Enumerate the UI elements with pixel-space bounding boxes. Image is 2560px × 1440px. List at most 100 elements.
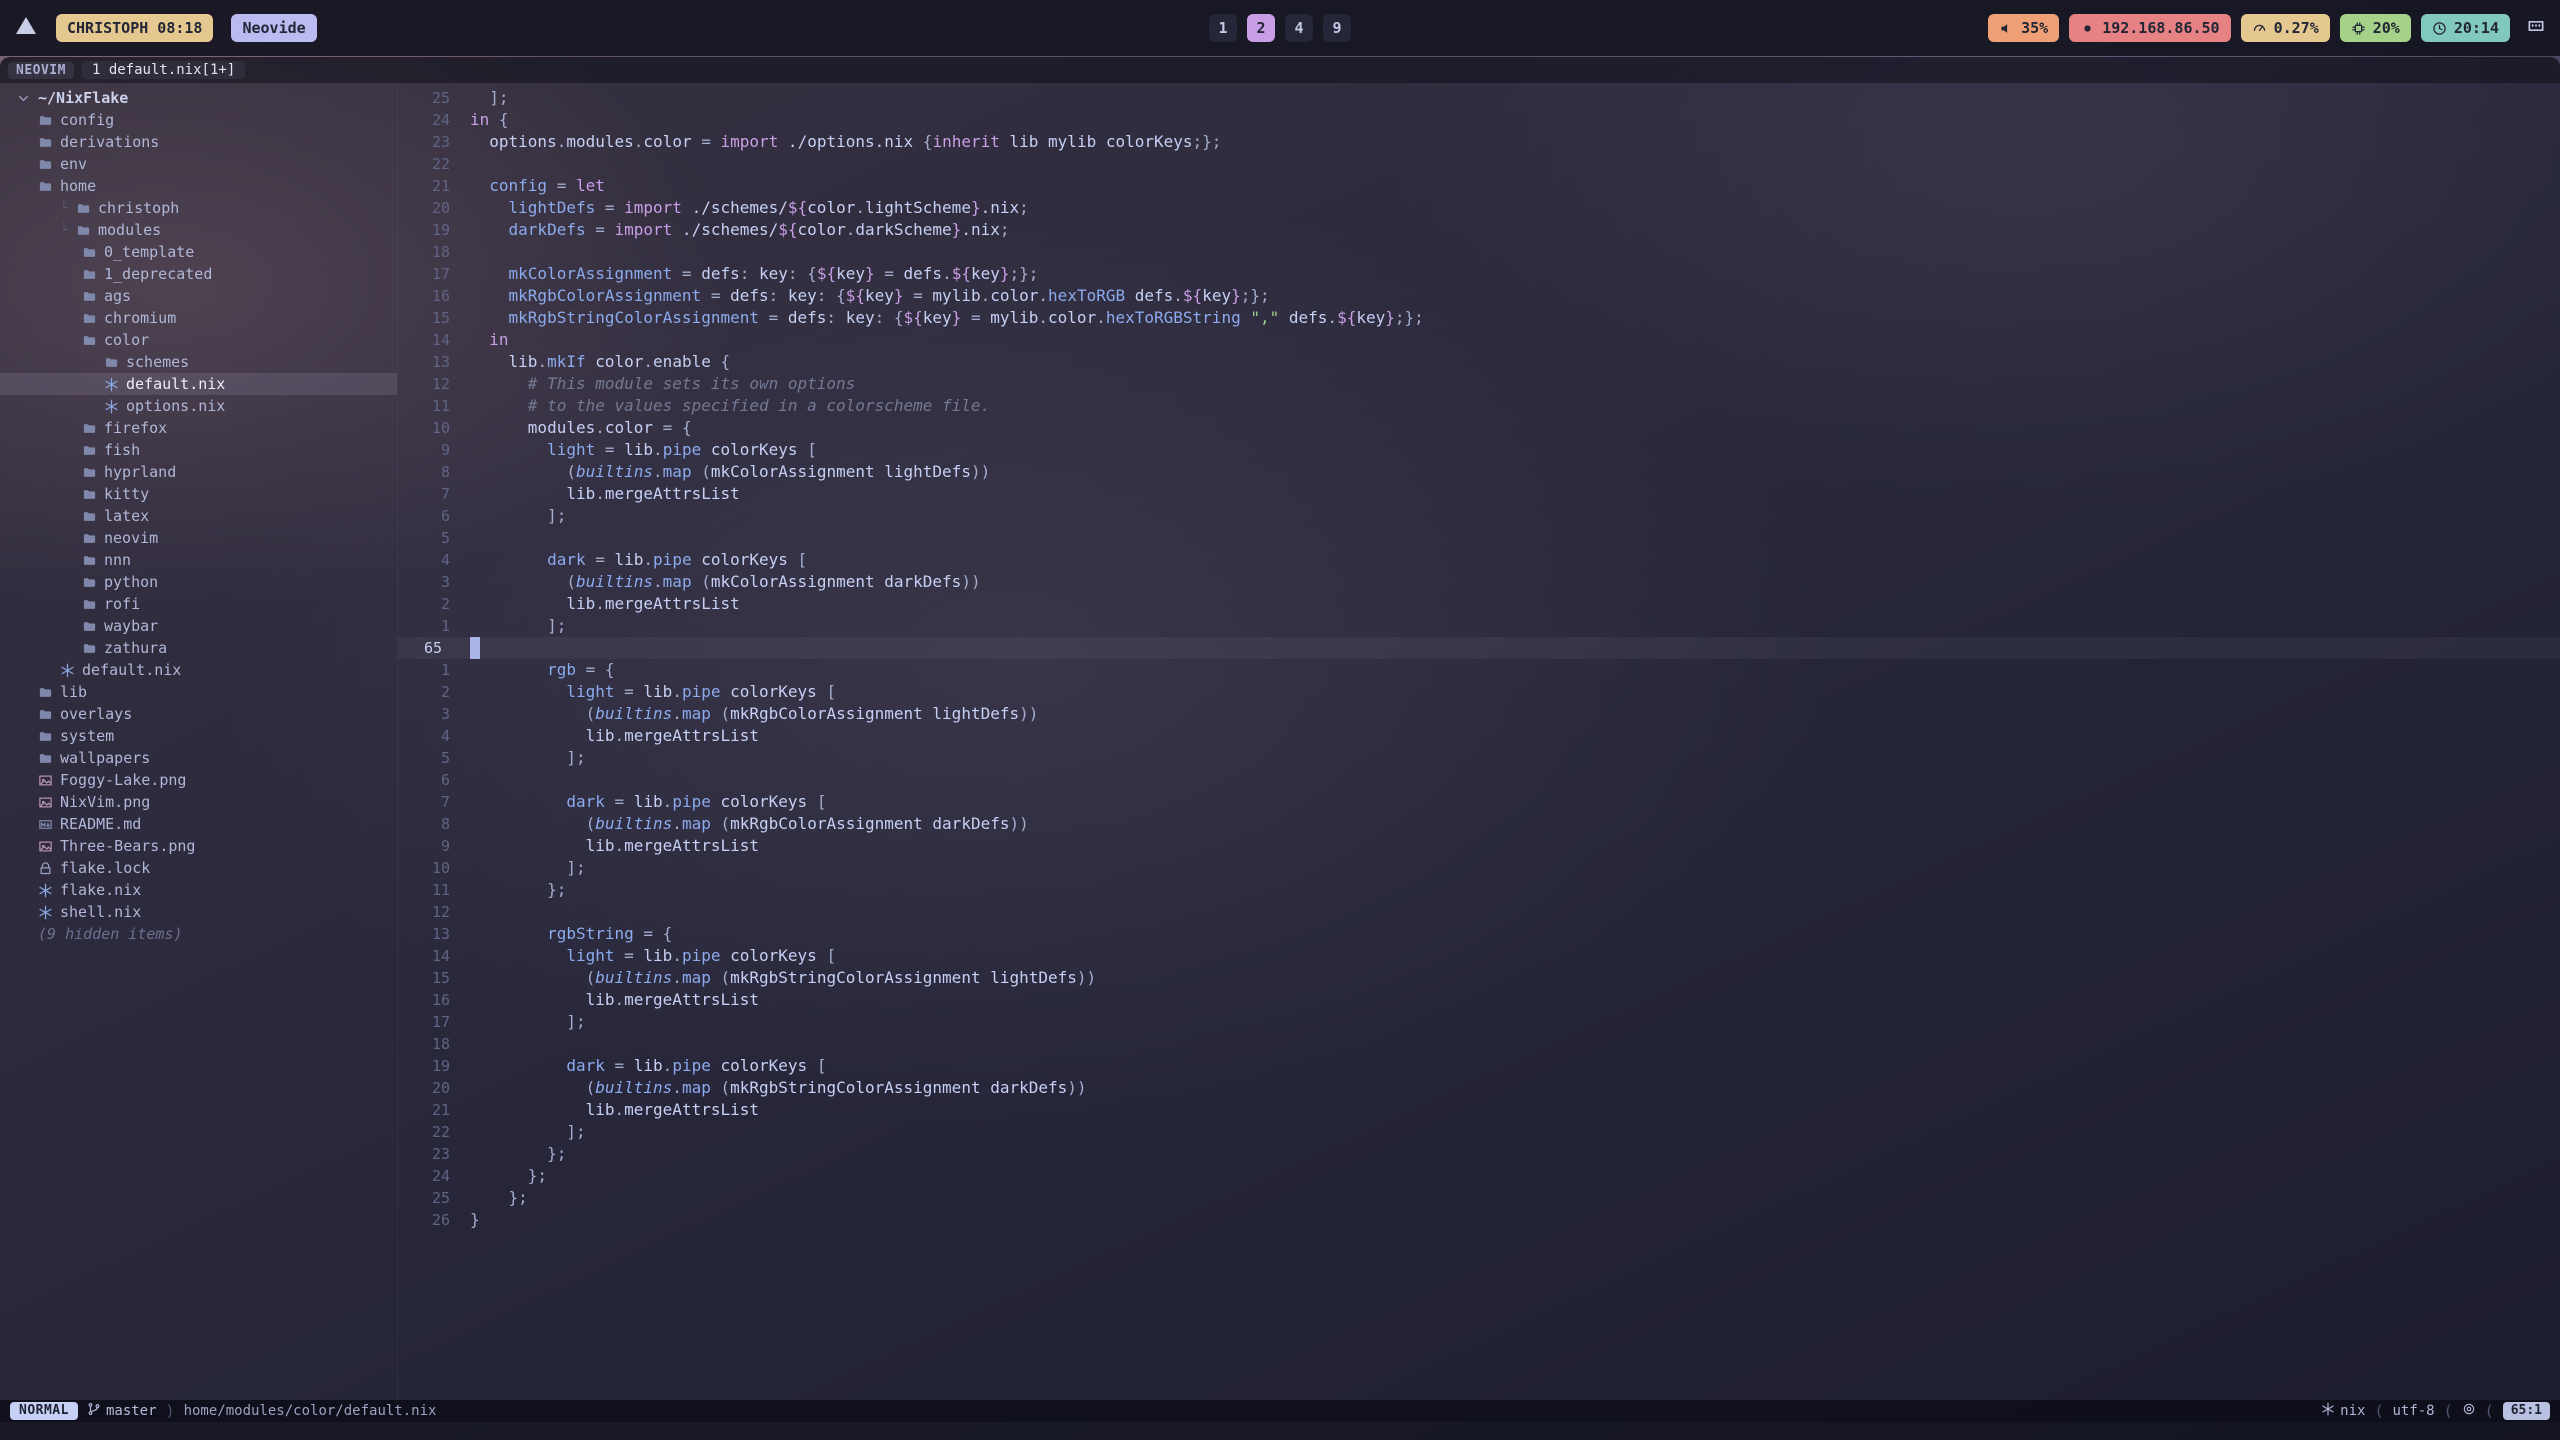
tree-item-config[interactable]: config bbox=[0, 109, 397, 131]
editor-line[interactable]: 19 darkDefs = import ./schemes/${color.d… bbox=[398, 219, 2560, 241]
editor-line[interactable]: 9 light = lib.pipe colorKeys [ bbox=[398, 439, 2560, 461]
editor-line[interactable]: 12 # This module sets its own options bbox=[398, 373, 2560, 395]
editor-line[interactable]: 20 (builtins.map (mkRgbStringColorAssign… bbox=[398, 1077, 2560, 1099]
tree-item-fish[interactable]: fish bbox=[0, 439, 397, 461]
editor-line[interactable]: 12 bbox=[398, 901, 2560, 923]
tree-item-flake.nix[interactable]: flake.nix bbox=[0, 879, 397, 901]
tree-item-derivations[interactable]: derivations bbox=[0, 131, 397, 153]
tree-item-foggy-lake.png[interactable]: Foggy-Lake.png bbox=[0, 769, 397, 791]
clock-badge[interactable]: 20:14 bbox=[2421, 14, 2510, 42]
editor-line[interactable]: 5 ]; bbox=[398, 747, 2560, 769]
tray-icon-wrap[interactable] bbox=[2526, 16, 2546, 40]
tree-item-shell.nix[interactable]: shell.nix bbox=[0, 901, 397, 923]
tree-item-readme.md[interactable]: README.md bbox=[0, 813, 397, 835]
tree-item-zathura[interactable]: zathura bbox=[0, 637, 397, 659]
tree-item-hyprland[interactable]: hyprland bbox=[0, 461, 397, 483]
editor-line[interactable]: 4 lib.mergeAttrsList bbox=[398, 725, 2560, 747]
tree-item-chromium[interactable]: chromium bbox=[0, 307, 397, 329]
editor-line[interactable]: 26} bbox=[398, 1209, 2560, 1231]
memory-badge[interactable]: 20% bbox=[2340, 14, 2411, 42]
tree-item-neovim[interactable]: neovim bbox=[0, 527, 397, 549]
tree-item-9-hidden-items[interactable]: (9 hidden items) bbox=[0, 923, 397, 945]
editor-line[interactable]: 13 lib.mkIf color.enable { bbox=[398, 351, 2560, 373]
workspace-button-9[interactable]: 9 bbox=[1323, 14, 1351, 42]
user-time-badge[interactable]: CHRISTOPH 08:18 bbox=[56, 14, 213, 42]
editor-line[interactable]: 4 dark = lib.pipe colorKeys [ bbox=[398, 549, 2560, 571]
tree-item-christoph[interactable]: └christoph bbox=[0, 197, 397, 219]
tree-item-0-template[interactable]: 0_template bbox=[0, 241, 397, 263]
editor-line[interactable]: 2 lib.mergeAttrsList bbox=[398, 593, 2560, 615]
editor-line[interactable]: 13 rgbString = { bbox=[398, 923, 2560, 945]
tree-item-nixflake[interactable]: ~/NixFlake bbox=[0, 87, 397, 109]
tree-item-wallpapers[interactable]: wallpapers bbox=[0, 747, 397, 769]
tree-item-1-deprecated[interactable]: 1_deprecated bbox=[0, 263, 397, 285]
tree-item-options.nix[interactable]: options.nix bbox=[0, 395, 397, 417]
tree-item-lib[interactable]: lib bbox=[0, 681, 397, 703]
editor-line[interactable]: 14 in bbox=[398, 329, 2560, 351]
editor-line[interactable]: 7 dark = lib.pipe colorKeys [ bbox=[398, 791, 2560, 813]
editor-line[interactable]: 24in { bbox=[398, 109, 2560, 131]
editor-line[interactable]: 9 lib.mergeAttrsList bbox=[398, 835, 2560, 857]
tree-item-ags[interactable]: ags bbox=[0, 285, 397, 307]
tree-item-home[interactable]: home bbox=[0, 175, 397, 197]
editor-line[interactable]: 2 light = lib.pipe colorKeys [ bbox=[398, 681, 2560, 703]
editor-line-current[interactable]: 65 bbox=[398, 637, 2560, 659]
tree-item-modules[interactable]: └modules bbox=[0, 219, 397, 241]
tree-item-kitty[interactable]: kitty bbox=[0, 483, 397, 505]
workspace-button-2[interactable]: 2 bbox=[1247, 14, 1275, 42]
tree-item-default.nix[interactable]: default.nix bbox=[0, 659, 397, 681]
tree-item-rofi[interactable]: rofi bbox=[0, 593, 397, 615]
editor-line[interactable]: 18 bbox=[398, 1033, 2560, 1055]
tree-item-waybar[interactable]: waybar bbox=[0, 615, 397, 637]
tree-item-python[interactable]: python bbox=[0, 571, 397, 593]
editor-line[interactable]: 20 lightDefs = import ./schemes/${color.… bbox=[398, 197, 2560, 219]
tree-item-nixvim.png[interactable]: NixVim.png bbox=[0, 791, 397, 813]
git-branch-indicator[interactable]: master bbox=[87, 1402, 157, 1420]
editor-line[interactable]: 6 ]; bbox=[398, 505, 2560, 527]
editor-line[interactable]: 10 modules.color = { bbox=[398, 417, 2560, 439]
volume-badge[interactable]: 35% bbox=[1988, 14, 2059, 42]
editor-line[interactable]: 22 ]; bbox=[398, 1121, 2560, 1143]
tree-item-latex[interactable]: latex bbox=[0, 505, 397, 527]
tree-item-env[interactable]: env bbox=[0, 153, 397, 175]
editor-buffer[interactable]: 25 ];24in {23 options.modules.color = im… bbox=[398, 83, 2560, 1400]
cpu-badge[interactable]: 0.27% bbox=[2241, 14, 2330, 42]
editor-line[interactable]: 25 ]; bbox=[398, 87, 2560, 109]
editor-line[interactable]: 6 bbox=[398, 769, 2560, 791]
editor-line[interactable]: 22 bbox=[398, 153, 2560, 175]
tree-item-schemes[interactable]: schemes bbox=[0, 351, 397, 373]
editor-line[interactable]: 15 (builtins.map (mkRgbStringColorAssign… bbox=[398, 967, 2560, 989]
editor-line[interactable]: 1 ]; bbox=[398, 615, 2560, 637]
editor-line[interactable]: 7 lib.mergeAttrsList bbox=[398, 483, 2560, 505]
editor-line[interactable]: 11 }; bbox=[398, 879, 2560, 901]
editor-line[interactable]: 24 }; bbox=[398, 1165, 2560, 1187]
editor-line[interactable]: 8 (builtins.map (mkColorAssignment light… bbox=[398, 461, 2560, 483]
editor-line[interactable]: 8 (builtins.map (mkRgbColorAssignment da… bbox=[398, 813, 2560, 835]
tree-item-color[interactable]: color bbox=[0, 329, 397, 351]
window-title-badge[interactable]: Neovide bbox=[231, 14, 316, 42]
tree-item-firefox[interactable]: firefox bbox=[0, 417, 397, 439]
tree-item-three-bears.png[interactable]: Three-Bears.png bbox=[0, 835, 397, 857]
command-line[interactable] bbox=[0, 1422, 2560, 1440]
tree-item-nnn[interactable]: nnn bbox=[0, 549, 397, 571]
editor-line[interactable]: 21 config = let bbox=[398, 175, 2560, 197]
editor-line[interactable]: 15 mkRgbStringColorAssignment = defs: ke… bbox=[398, 307, 2560, 329]
editor-line[interactable]: 1 rgb = { bbox=[398, 659, 2560, 681]
tree-item-default.nix[interactable]: default.nix bbox=[0, 373, 397, 395]
tree-item-system[interactable]: system bbox=[0, 725, 397, 747]
workspace-button-4[interactable]: 4 bbox=[1285, 14, 1313, 42]
editor-line[interactable]: 23 options.modules.color = import ./opti… bbox=[398, 131, 2560, 153]
buffer-tab[interactable]: 1 default.nix[1+] bbox=[82, 61, 245, 79]
network-badge[interactable]: 192.168.86.50 bbox=[2069, 14, 2230, 42]
editor-line[interactable]: 10 ]; bbox=[398, 857, 2560, 879]
editor-line[interactable]: 25 }; bbox=[398, 1187, 2560, 1209]
tree-item-flake.lock[interactable]: flake.lock bbox=[0, 857, 397, 879]
editor-line[interactable]: 23 }; bbox=[398, 1143, 2560, 1165]
editor-line[interactable]: 11 # to the values specified in a colors… bbox=[398, 395, 2560, 417]
editor-line[interactable]: 16 lib.mergeAttrsList bbox=[398, 989, 2560, 1011]
editor-line[interactable]: 19 dark = lib.pipe colorKeys [ bbox=[398, 1055, 2560, 1077]
editor-line[interactable]: 3 (builtins.map (mkRgbColorAssignment li… bbox=[398, 703, 2560, 725]
editor-line[interactable]: 21 lib.mergeAttrsList bbox=[398, 1099, 2560, 1121]
editor-line[interactable]: 16 mkRgbColorAssignment = defs: key: {${… bbox=[398, 285, 2560, 307]
editor-line[interactable]: 18 bbox=[398, 241, 2560, 263]
